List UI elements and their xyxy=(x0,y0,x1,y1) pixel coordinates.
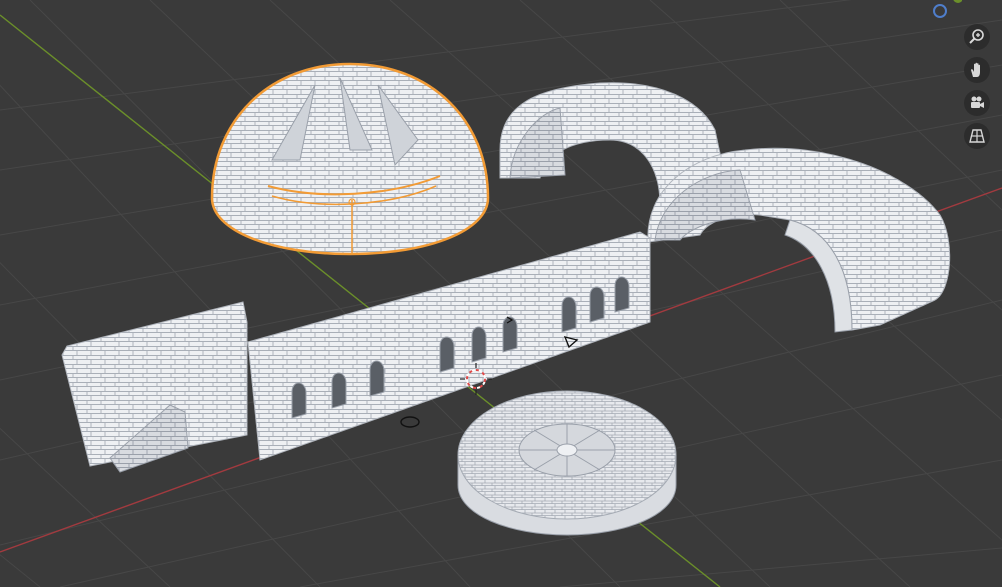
hand-icon xyxy=(971,62,980,77)
zoom-icon xyxy=(969,29,984,44)
gizmo-y-circle-icon[interactable] xyxy=(953,0,962,3)
camera-icon xyxy=(971,96,984,108)
light-object-icon[interactable] xyxy=(400,416,420,428)
grid-icon xyxy=(969,129,985,143)
camera-view-button[interactable] xyxy=(964,90,990,116)
3d-viewport[interactable] xyxy=(0,0,1002,587)
zoom-button[interactable] xyxy=(964,24,990,50)
round-floor-disc-object[interactable] xyxy=(457,390,677,536)
perspective-toggle-button[interactable] xyxy=(964,123,990,149)
dome-object[interactable] xyxy=(210,62,490,256)
axis-gizmo-partial[interactable] xyxy=(932,0,962,22)
gizmo-z-circle-icon[interactable] xyxy=(933,4,947,18)
navigation-tools xyxy=(964,24,990,149)
wall-with-stairs-object[interactable] xyxy=(61,301,248,473)
pan-button[interactable] xyxy=(964,57,990,83)
arch-vault-front[interactable] xyxy=(647,147,951,333)
